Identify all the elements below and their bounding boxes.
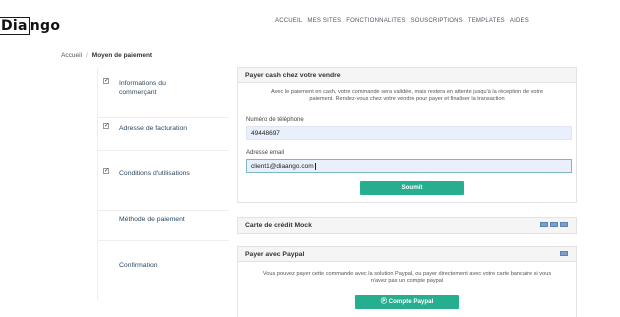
phone-label: Numéro de téléphone	[246, 117, 304, 123]
step-divider	[97, 150, 229, 151]
logo-boxed-text: Dia	[0, 17, 30, 35]
step-divider	[97, 210, 229, 211]
step-check-icon: ✓	[103, 168, 110, 174]
breadcrumb-current: Moyen de paiement	[91, 52, 153, 59]
step-check-icon: ✓	[103, 123, 110, 129]
cash-payment-panel: Payer cash chez votre vendre Avec le pai…	[237, 67, 577, 203]
card-payment-panel: Carte de crédit Mock	[237, 217, 577, 234]
amex-icon	[560, 222, 568, 227]
paypal-intro-text: Vous pouvez payer cette commande avec la…	[262, 271, 552, 284]
paypal-account-button[interactable]: Ⓟ Compte Paypal	[355, 295, 459, 309]
paypal-icon: Ⓟ	[380, 298, 387, 305]
cash-intro-text: Avec le paiement en cash, votre commande…	[270, 89, 544, 102]
nav-accueil[interactable]: ACCUEIL	[275, 18, 302, 24]
nav-aides[interactable]: AIDES	[510, 18, 529, 24]
cash-panel-title[interactable]: Payer cash chez votre vendre	[238, 68, 576, 83]
step-divider	[97, 240, 229, 241]
paypal-panel-title[interactable]: Payer avec Paypal	[238, 247, 576, 262]
email-input[interactable]: client1@diaango.com	[246, 159, 572, 173]
breadcrumb-separator: /	[85, 52, 88, 59]
step-label: Méthode de paiement	[119, 216, 185, 223]
diaango-logo[interactable]: Dia ngo	[0, 17, 60, 35]
card-brand-icons	[540, 222, 568, 227]
submit-button[interactable]: Soumit	[360, 181, 464, 195]
paypal-payment-panel: Payer avec Paypal Vous pouvez payer cett…	[237, 246, 577, 317]
steps-divider	[97, 68, 98, 300]
card-panel-title[interactable]: Carte de crédit Mock	[238, 218, 576, 233]
nav-fonctionnalites[interactable]: FONCTIONNALITES	[346, 18, 405, 24]
nav-souscriptions[interactable]: SOUSCRIPTIONS	[411, 18, 463, 24]
visa-icon	[540, 222, 548, 227]
main-nav: ACCUEIL MES SITES FONCTIONNALITES SOUSCR…	[275, 18, 529, 24]
step-label: Adresse de facturation	[119, 125, 188, 132]
card-title-text: Carte de crédit Mock	[245, 222, 312, 229]
text-caret	[314, 163, 316, 170]
nav-mes-sites[interactable]: MES SITES	[307, 18, 341, 24]
nav-templates[interactable]: TEMPLATES	[468, 18, 505, 24]
email-value: client1@diaango.com	[251, 163, 314, 171]
email-label: Adresse email	[246, 150, 285, 156]
step-label: Confirmation	[119, 262, 158, 269]
step-label: Conditions d'utilisations	[119, 170, 190, 177]
mastercard-icon	[550, 222, 558, 227]
paypal-button-label: Compte Paypal	[388, 298, 434, 305]
phone-input[interactable]: 49448697	[246, 126, 572, 140]
logo-rest-text: ngo	[29, 18, 61, 34]
paypal-brand-icon	[560, 251, 568, 256]
breadcrumb: Accueil / Moyen de paiement	[61, 52, 152, 59]
step-label: Informations du commerçant	[119, 80, 166, 96]
breadcrumb-home[interactable]: Accueil	[61, 52, 82, 59]
step-divider	[97, 117, 229, 118]
step-check-icon: ✓	[103, 78, 110, 84]
paypal-title-text: Payer avec Paypal	[245, 251, 305, 258]
